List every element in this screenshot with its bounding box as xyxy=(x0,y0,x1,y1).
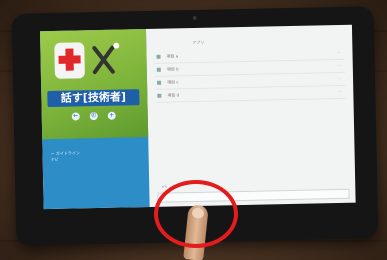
item-name: 項目 b xyxy=(166,66,179,72)
back-icon[interactable]: ← xyxy=(71,112,80,121)
item-name: 項目 d xyxy=(167,92,180,98)
item-name: 項目 c xyxy=(167,79,179,85)
left-caption: ー ガイドライン ナビ xyxy=(50,150,80,163)
item-meta: --- xyxy=(337,75,342,80)
phone-icon[interactable]: ✆ xyxy=(89,112,98,121)
app-side-pane: 話す[技術者] ← ✆ + ー ガイドライン ナビ xyxy=(39,29,150,210)
front-camera xyxy=(192,15,197,21)
list-item[interactable]: 項目 d --- xyxy=(155,85,346,103)
app-tile[interactable]: 話す[技術者] ← ✆ + xyxy=(39,29,149,140)
photo-scene: 話す[技術者] ← ✆ + ー ガイドライン ナビ アプリ 項目 a --- 項… xyxy=(0,0,387,260)
item-meta: --- xyxy=(337,49,341,55)
item-icon xyxy=(157,93,162,98)
item-meta: --- xyxy=(337,62,341,68)
item-meta: --- xyxy=(338,88,342,93)
highlight-circle xyxy=(154,180,238,248)
app-title-badge: 話す[技術者] xyxy=(47,89,140,108)
item-name: 項目 a xyxy=(166,53,179,59)
bottom-label: メモ xyxy=(161,184,168,189)
item-icon xyxy=(157,80,162,85)
content-list: アプリ 項目 a --- 項目 b --- 項目 c --- 項目 d --- xyxy=(154,37,346,103)
left-caption-line: ナビ xyxy=(50,156,59,163)
app-logo xyxy=(50,37,129,87)
add-icon[interactable]: + xyxy=(107,111,116,120)
item-icon xyxy=(156,54,161,59)
app-mini-icons: ← ✆ + xyxy=(71,111,116,121)
item-icon xyxy=(156,67,161,72)
